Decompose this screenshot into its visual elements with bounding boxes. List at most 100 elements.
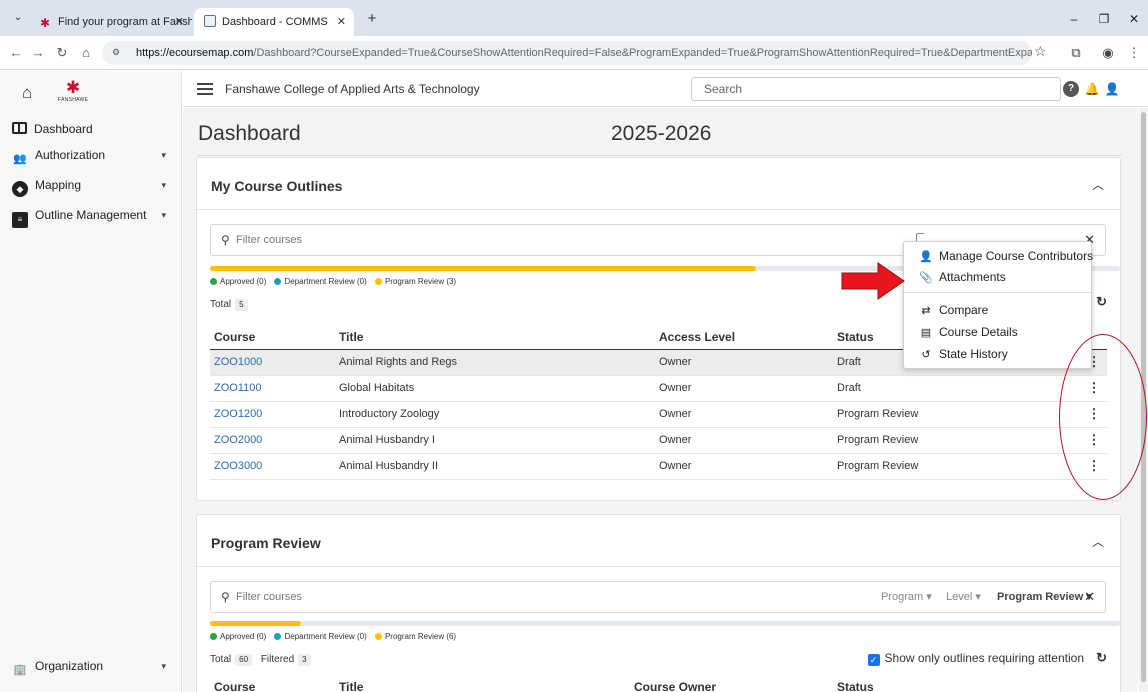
chevron-up-icon[interactable]: ︿ bbox=[1092, 176, 1104, 193]
chevron-down-icon: ▾ bbox=[161, 180, 166, 190]
search-input[interactable]: Search bbox=[691, 77, 1061, 101]
close-window-icon[interactable]: ✕ bbox=[1122, 8, 1146, 30]
reload-icon[interactable]: ↻ bbox=[52, 43, 72, 63]
chevron-up-icon[interactable]: ︿ bbox=[1092, 533, 1104, 550]
program-dropdown[interactable]: Program ▾ bbox=[881, 582, 932, 612]
status-legend: Approved (0) Department Review (0) Progr… bbox=[210, 632, 462, 641]
home-icon[interactable]: ⌂ bbox=[22, 83, 32, 103]
sidebar-item-outline-management[interactable]: ≡ Outline Management ▾ bbox=[12, 204, 172, 228]
sidebar: ⌂ ✱ FANSHAWE Dashboard 👥 Authorization ▾ … bbox=[0, 71, 182, 692]
minimize-icon[interactable]: – bbox=[1062, 8, 1086, 30]
course-title: Animal Rights and Regs bbox=[335, 349, 655, 376]
filter-courses-input[interactable]: ⚲ Filter courses Program ▾ Level ▾ Progr… bbox=[210, 581, 1106, 613]
restore-icon[interactable]: ❐ bbox=[1092, 8, 1116, 30]
app-header: Fanshawe College of Applied Arts & Techn… bbox=[183, 71, 1148, 107]
column-header[interactable]: Course Owner bbox=[630, 675, 833, 692]
column-header[interactable]: Course bbox=[210, 675, 335, 692]
program-dot-icon bbox=[374, 633, 382, 640]
hamburger-menu-icon[interactable] bbox=[197, 83, 213, 95]
table-header-row: Course Title Course Owner Status bbox=[210, 675, 1107, 692]
close-tab-icon[interactable]: ✕ bbox=[337, 8, 346, 36]
menu-item-attachments[interactable]: 📎 Attachments bbox=[919, 267, 1006, 287]
fanshawe-logo[interactable]: ✱ FANSHAWE bbox=[58, 79, 88, 107]
department-dot-icon bbox=[274, 633, 282, 640]
legend-label: Department Review (0) bbox=[284, 277, 367, 286]
logo-mark-icon: ✱ bbox=[65, 78, 81, 97]
column-header[interactable]: Access Level bbox=[655, 325, 833, 350]
browser-tab-dashboard[interactable]: Dashboard - COMMS ✕ bbox=[194, 8, 354, 36]
total-count: Total 5 bbox=[210, 299, 248, 311]
card-title: Program Review bbox=[211, 535, 321, 551]
approved-dot-icon bbox=[210, 633, 217, 640]
status-legend: Approved (0) Department Review (0) Progr… bbox=[210, 277, 462, 286]
users-lock-icon: 👥 bbox=[13, 153, 27, 165]
fanshawe-favicon-icon: ✱ bbox=[40, 16, 51, 30]
home-browser-icon[interactable]: ⌂ bbox=[76, 43, 96, 63]
site-info-icon[interactable]: ⚙ bbox=[112, 47, 120, 58]
bell-icon[interactable]: 🔔 bbox=[1084, 81, 1100, 97]
course-code-link[interactable]: ZOO1200 bbox=[210, 401, 335, 428]
menu-item-course-details[interactable]: ▤ Course Details bbox=[919, 322, 1018, 342]
back-icon[interactable]: ← bbox=[6, 43, 26, 63]
college-name: Fanshawe College of Applied Arts & Techn… bbox=[225, 82, 480, 96]
bookmark-star-icon[interactable]: ☆ bbox=[1034, 43, 1047, 60]
divider bbox=[198, 155, 1122, 156]
count-badge: 3 bbox=[298, 654, 311, 666]
table-row[interactable]: ZOO1200 Introductory Zoology Owner Progr… bbox=[210, 401, 1107, 428]
course-code-link[interactable]: ZOO1100 bbox=[210, 375, 335, 402]
attention-label: Show only outlines requiring attention bbox=[884, 651, 1084, 665]
sidebar-item-authorization[interactable]: 👥 Authorization ▾ bbox=[12, 144, 172, 166]
refresh-icon[interactable]: ↻ bbox=[1096, 294, 1107, 310]
legend-approved: Approved (0) bbox=[210, 277, 266, 286]
menu-item-state-history[interactable]: ↺ State History bbox=[919, 344, 1008, 364]
course-code-link[interactable]: ZOO3000 bbox=[210, 453, 335, 480]
course-code-link[interactable]: ZOO2000 bbox=[210, 427, 335, 454]
card-title: My Course Outlines bbox=[211, 178, 343, 194]
compare-icon: ⇄ bbox=[921, 305, 931, 317]
checkbox-checked-icon[interactable]: ✓ bbox=[867, 654, 880, 666]
profile-icon[interactable]: ◉ bbox=[1098, 43, 1118, 63]
red-ellipse-annotation bbox=[1059, 334, 1147, 500]
progress-fill bbox=[210, 266, 756, 271]
browser-tab-fanshawe[interactable]: ✱ Find your program at Fanshawe ✕ bbox=[30, 8, 192, 36]
sidebar-item-label: Organization bbox=[35, 659, 104, 673]
extensions-icon[interactable]: ⧉ bbox=[1066, 43, 1086, 63]
clear-filter-icon[interactable]: ✕ bbox=[1084, 582, 1095, 612]
level-dropdown[interactable]: Level ▾ bbox=[946, 582, 981, 612]
program-review-table: Course Title Course Owner Status bbox=[210, 675, 1107, 692]
sidebar-item-dashboard[interactable]: Dashboard bbox=[12, 118, 172, 140]
new-tab-icon[interactable]: + bbox=[360, 8, 384, 32]
forward-icon[interactable]: → bbox=[28, 43, 48, 63]
help-icon[interactable]: ? bbox=[1063, 81, 1079, 97]
column-header[interactable]: Course bbox=[210, 325, 335, 350]
program-review-card: Program Review ︿ ⚲ Filter courses Progra… bbox=[196, 514, 1121, 692]
tab-title: Find your program at Fanshawe bbox=[58, 16, 192, 28]
menu-item-label: State History bbox=[939, 347, 1008, 361]
filter-placeholder: Filter courses bbox=[236, 591, 303, 603]
table-row[interactable]: ZOO3000 Animal Husbandry II Owner Progra… bbox=[210, 453, 1107, 480]
browser-menu-icon[interactable]: ⋮ bbox=[1124, 43, 1144, 63]
course-title: Global Habitats bbox=[335, 375, 655, 402]
tab-search-menu-icon[interactable]: ⌄ bbox=[8, 8, 28, 28]
sidebar-item-organization[interactable]: 🏢 Organization ▾ bbox=[12, 655, 172, 677]
status-dropdown[interactable]: Program Review ▾ bbox=[997, 582, 1092, 612]
column-header[interactable]: Title bbox=[335, 675, 630, 692]
sidebar-item-mapping[interactable]: ◆ Mapping ▾ bbox=[12, 174, 172, 197]
close-tab-icon[interactable]: ✕ bbox=[175, 8, 184, 36]
course-title: Introductory Zoology bbox=[335, 401, 655, 428]
course-code-link[interactable]: ZOO1000 bbox=[210, 349, 335, 376]
attention-toggle[interactable]: ✓ Show only outlines requiring attention bbox=[867, 651, 1084, 666]
table-row[interactable]: ZOO2000 Animal Husbandry I Owner Program… bbox=[210, 427, 1107, 454]
url-field[interactable]: https://ecoursemap.com/Dashboard?CourseE… bbox=[102, 41, 1032, 65]
menu-item-compare[interactable]: ⇄ Compare bbox=[919, 300, 988, 320]
count-badge: 5 bbox=[235, 299, 248, 311]
column-header[interactable]: Status bbox=[833, 675, 1107, 692]
column-header[interactable]: Title bbox=[335, 325, 655, 350]
menu-item-manage-contributors[interactable]: 👤 Manage Course Contributors bbox=[919, 246, 1093, 266]
table-row[interactable]: ZOO1100 Global Habitats Owner Draft ⋮ bbox=[210, 375, 1107, 402]
access-level: Owner bbox=[655, 427, 833, 454]
user-icon[interactable]: 👤 bbox=[1104, 81, 1120, 97]
refresh-icon[interactable]: ↻ bbox=[1096, 650, 1107, 666]
legend-approved: Approved (0) bbox=[210, 632, 266, 641]
page-title: Dashboard bbox=[198, 122, 301, 145]
